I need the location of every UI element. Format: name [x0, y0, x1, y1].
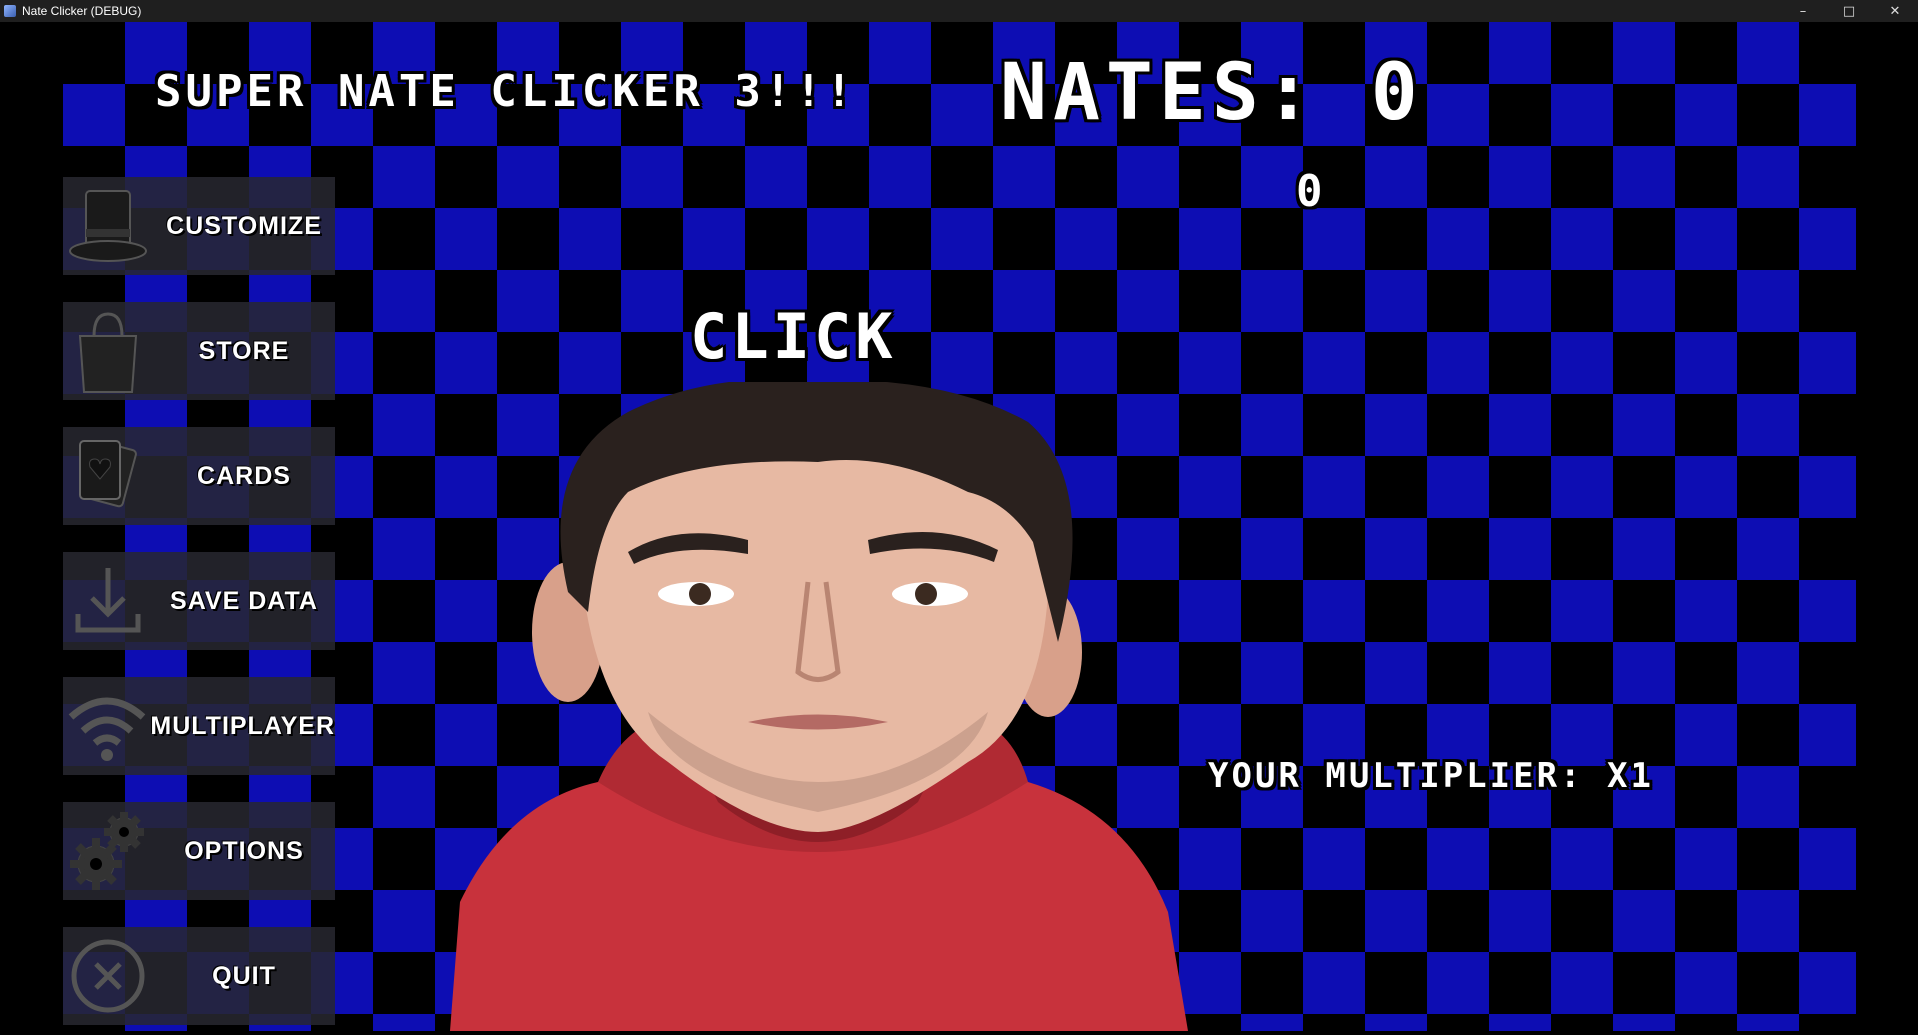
multiplayer-button[interactable]: MULTIPLAYER	[63, 677, 335, 775]
window-titlebar: Nate Clicker (DEBUG) – □ ✕	[0, 0, 1918, 22]
nate-portrait-image	[450, 378, 1188, 1031]
multiplayer-label: MULTIPLAYER	[150, 711, 335, 740]
store-label: STORE	[198, 336, 290, 365]
shopping-bag-icon	[63, 302, 153, 400]
customize-button[interactable]: CUSTOMIZE	[63, 177, 335, 275]
top-hat-icon	[63, 177, 153, 275]
customize-label: CUSTOMIZE	[166, 211, 322, 240]
cards-button[interactable]: CARDS	[63, 427, 335, 525]
minimize-button[interactable]: –	[1780, 0, 1826, 22]
nate-click-target[interactable]	[448, 378, 1188, 1031]
nates-label: NATES:	[1000, 48, 1318, 138]
app-icon	[4, 5, 16, 17]
wifi-icon	[63, 677, 150, 775]
save-data-label: SAVE DATA	[170, 586, 318, 615]
nates-count: 0	[1370, 48, 1424, 138]
close-circle-icon	[63, 927, 153, 1025]
close-button[interactable]: ✕	[1872, 0, 1918, 22]
save-data-button[interactable]: SAVE DATA	[63, 552, 335, 650]
cards-icon	[63, 427, 153, 525]
click-label: CLICK	[690, 300, 897, 373]
game-title: SUPER NATE CLICKER 3!!!	[155, 66, 857, 117]
quit-label: QUIT	[212, 961, 276, 990]
window-title: Nate Clicker (DEBUG)	[22, 4, 142, 18]
options-button[interactable]: OPTIONS	[63, 802, 335, 900]
multiplier-label: YOUR MULTIPLIER: X1	[1208, 756, 1654, 796]
nates-counter: NATES: 0	[1000, 48, 1424, 138]
game-viewport: SUPER NATE CLICKER 3!!! NATES: 0 0 CLICK…	[0, 22, 1918, 1031]
nates-rate: 0	[1296, 166, 1323, 217]
maximize-button[interactable]: □	[1826, 0, 1872, 22]
store-button[interactable]: STORE	[63, 302, 335, 400]
quit-button[interactable]: QUIT	[63, 927, 335, 1025]
cards-label: CARDS	[197, 461, 291, 490]
options-label: OPTIONS	[184, 836, 304, 865]
download-icon	[63, 552, 153, 650]
gear-icon	[63, 802, 153, 900]
